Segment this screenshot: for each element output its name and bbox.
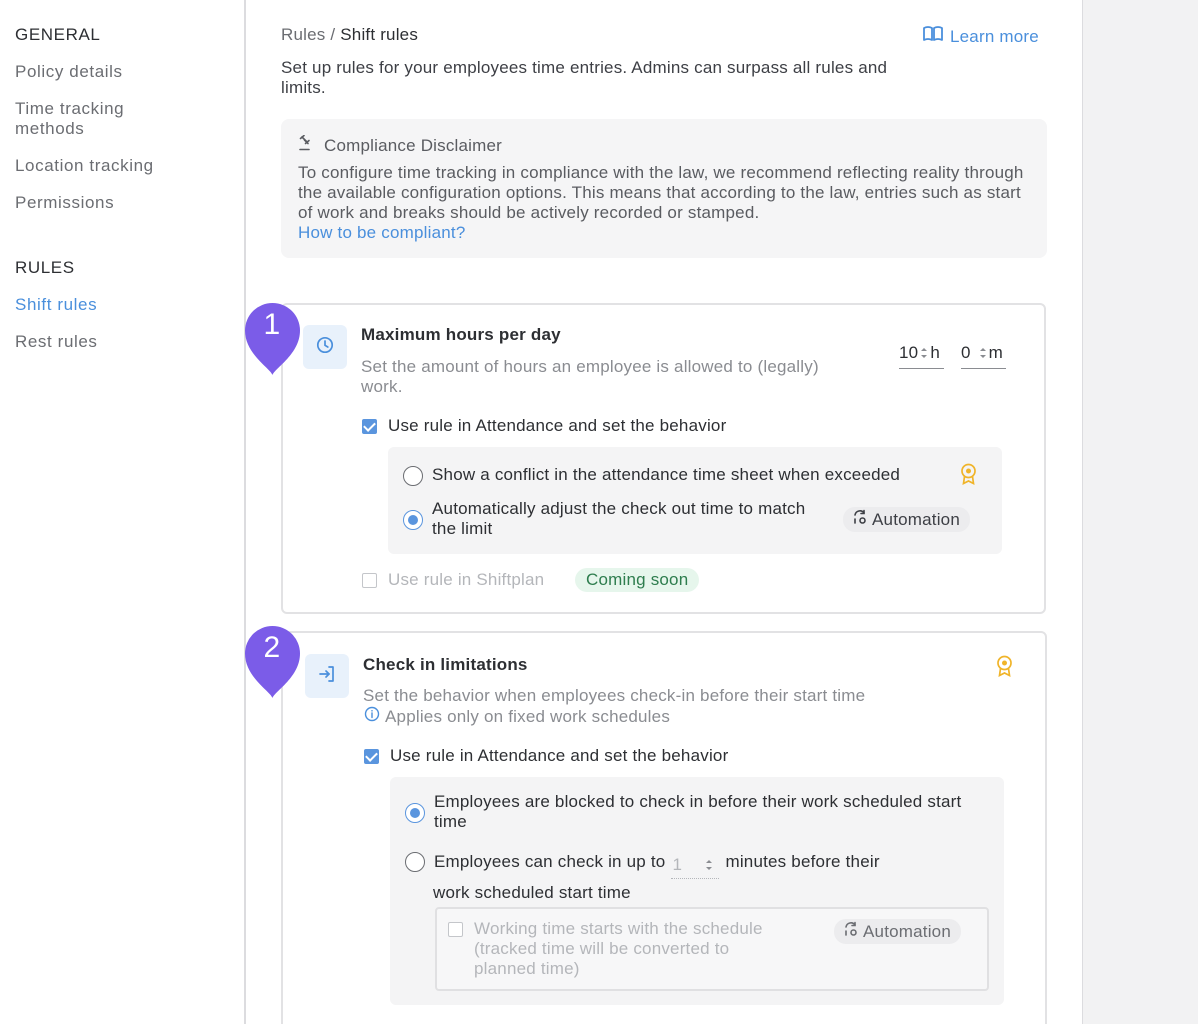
sidebar-heading-general: GENERAL (15, 25, 101, 44)
minutes-value: 0 (961, 342, 971, 362)
premium-badge-icon (959, 463, 978, 490)
gavel-icon (298, 134, 316, 156)
step-marker-number: 1 (263, 308, 281, 341)
hours-spinner-icon[interactable] (920, 347, 928, 359)
early-minutes-spinner-icon[interactable] (705, 859, 713, 871)
option-show-conflict[interactable]: Show a conflict in the attendance time s… (403, 465, 900, 486)
rule-title: Check in limitations (363, 655, 528, 674)
option-blocked-check-in[interactable]: Employees are blocked to check in before… (405, 792, 985, 832)
breadcrumb-current: Shift rules (340, 25, 419, 44)
how-to-be-compliant-link[interactable]: How to be compliant? (298, 223, 1030, 243)
sidebar-item-time-tracking-methods[interactable]: Time tracking methods (15, 99, 165, 139)
blocked-check-in-radio[interactable] (405, 803, 425, 823)
learn-more-label: Learn more (950, 26, 1039, 46)
learn-more-link[interactable]: Learn more (922, 25, 1039, 48)
right-side-pane (1082, 0, 1198, 1024)
automation-icon (852, 509, 868, 530)
sidebar-item-permissions[interactable]: Permissions (15, 193, 114, 213)
auto-adjust-radio[interactable] (403, 510, 423, 530)
automation-icon (843, 921, 859, 942)
disclaimer-title: Compliance Disclaimer (324, 135, 503, 155)
rule-description: Set the amount of hours an employee is a… (361, 357, 819, 396)
hours-input[interactable]: 10 h (899, 337, 944, 369)
breadcrumb: Rules / Shift rules (281, 25, 418, 45)
step-marker-2: 2 (244, 625, 302, 699)
schedule-conversion-checkbox-row[interactable]: Working time starts with the schedule (t… (448, 919, 794, 979)
minutes-input[interactable]: 0m (961, 337, 1006, 369)
sidebar-item-shift-rules[interactable]: Shift rules (15, 295, 97, 315)
attendance-rule-checkbox-row[interactable]: Use rule in Attendance and set the behav… (362, 416, 726, 436)
early-check-in-line2: work scheduled start time (433, 883, 631, 902)
shiftplan-checkbox[interactable] (362, 572, 377, 588)
automation-label: Automation (872, 509, 960, 529)
rule-title: Maximum hours per day (361, 325, 561, 344)
premium-badge-icon (995, 655, 1014, 682)
page-intro: Set up rules for your employees time ent… (281, 58, 888, 97)
automation-badge: Automation (843, 507, 970, 532)
attendance-checkbox-label: Use rule in Attendance and set the behav… (390, 746, 729, 765)
automation-label: Automation (863, 921, 951, 941)
sidebar-item-policy-details[interactable]: Policy details (15, 62, 123, 82)
breadcrumb-separator: / (325, 25, 341, 44)
early-minutes-input[interactable]: 1 (671, 851, 720, 879)
early-check-in-suffix: minutes before their (725, 852, 880, 871)
minutes-unit: m (988, 342, 1004, 362)
option-early-check-in[interactable]: Employees can check in up to 1 minutes bef… (405, 851, 965, 879)
rule-description: Set the behavior when employees check-in… (363, 686, 866, 705)
disclaimer-header: Compliance Disclaimer (298, 134, 1030, 156)
step-marker-number: 2 (263, 631, 281, 664)
schedule-conversion-label: Working time starts with the schedule (t… (474, 919, 763, 978)
minutes-spinner-icon[interactable] (979, 347, 987, 359)
rule-icon-box (303, 325, 347, 369)
early-minutes-value: 1 (672, 855, 683, 874)
show-conflict-radio[interactable] (403, 466, 423, 486)
show-conflict-label: Show a conflict in the attendance time s… (432, 465, 901, 484)
early-check-in-text: Employees can check in up to 1 minutes bef… (434, 851, 880, 879)
hours-unit: h (930, 342, 940, 362)
attendance-checkbox-label: Use rule in Attendance and set the behav… (388, 416, 727, 435)
fixed-schedule-note-label: Applies only on fixed work schedules (385, 706, 671, 726)
login-arrow-icon (318, 665, 336, 688)
option-auto-adjust[interactable]: Automatically adjust the check out time … (403, 499, 823, 539)
schedule-conversion-checkbox[interactable] (448, 922, 463, 937)
compliance-disclaimer: Compliance Disclaimer To configure time … (281, 119, 1047, 258)
fixed-schedule-note: Applies only on fixed work schedules (364, 706, 670, 727)
book-icon (922, 25, 944, 48)
early-check-in-prefix: Employees can check in up to (434, 852, 666, 871)
automation-badge: Automation (834, 919, 961, 944)
attendance-rule-checkbox-row[interactable]: Use rule in Attendance and set the behav… (364, 746, 728, 766)
settings-sidebar: GENERAL Policy details Time tracking met… (0, 0, 246, 1024)
info-icon (364, 706, 380, 727)
disclaimer-body: To configure time tracking in compliance… (298, 163, 1024, 222)
step-marker-1: 1 (244, 302, 302, 376)
attendance-checkbox[interactable] (364, 748, 379, 764)
shiftplan-checkbox-label: Use rule in Shiftplan (388, 570, 545, 589)
breadcrumb-parent[interactable]: Rules (281, 25, 325, 44)
blocked-check-in-label: Employees are blocked to check in before… (434, 792, 962, 831)
sidebar-item-rest-rules[interactable]: Rest rules (15, 332, 98, 352)
attendance-checkbox[interactable] (362, 418, 377, 434)
shiftplan-rule-checkbox-row[interactable]: Use rule in Shiftplan (362, 570, 544, 590)
hours-value: 10 (899, 342, 919, 362)
coming-soon-badge: Coming soon (575, 568, 700, 592)
sidebar-item-location-tracking[interactable]: Location tracking (15, 156, 154, 176)
sidebar-heading-rules: RULES (15, 258, 75, 277)
rule-icon-box (305, 654, 349, 698)
early-check-in-radio[interactable] (405, 852, 425, 872)
auto-adjust-label: Automatically adjust the check out time … (432, 499, 806, 538)
clock-icon (316, 336, 334, 359)
